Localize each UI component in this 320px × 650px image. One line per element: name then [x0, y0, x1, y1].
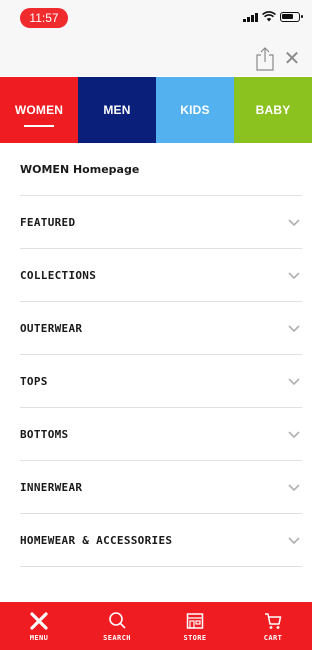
- search-icon: [109, 611, 126, 629]
- tab-kids[interactable]: KIDS: [156, 77, 234, 143]
- store-icon: [186, 612, 204, 629]
- chevron-down-icon: [288, 219, 300, 227]
- chevron-down-icon: [288, 537, 300, 545]
- menu-item-innerwear[interactable]: INNERWEAR: [20, 461, 302, 514]
- nav-search-label: SEARCH: [103, 633, 131, 642]
- menu-item-label: HOMEWEAR & ACCESSORIES: [20, 533, 173, 547]
- nav-menu-label: MENU: [29, 633, 49, 642]
- menu-item-women-homepage[interactable]: WOMEN Homepage: [20, 143, 302, 196]
- menu-item-homewear-accessories[interactable]: HOMEWEAR & ACCESSORIES: [20, 514, 302, 567]
- tab-men[interactable]: MEN: [78, 77, 156, 143]
- menu-item-label: INNERWEAR: [20, 480, 83, 494]
- menu-item-label: BOTTOMS: [20, 427, 69, 441]
- menu-item-label: COLLECTIONS: [20, 268, 97, 282]
- close-icon: [30, 611, 48, 630]
- share-icon: [256, 47, 274, 71]
- category-menu: WOMEN Homepage FEATURED COLLECTIONS OUTERWE…: [20, 143, 302, 567]
- wifi-icon: [262, 11, 276, 22]
- menu-item-bottoms[interactable]: BOTTOMS: [20, 408, 302, 461]
- category-tabs: WOMEN MEN KIDS BABY: [0, 77, 312, 143]
- status-icons: [243, 11, 303, 22]
- cart-icon: [265, 612, 282, 629]
- tab-label: BABY: [255, 103, 291, 117]
- menu-item-label: FEATURED: [20, 215, 76, 229]
- share-button[interactable]: [254, 46, 276, 72]
- chevron-down-icon: [288, 484, 300, 492]
- chevron-down-icon: [288, 325, 300, 333]
- menu-item-label: WOMEN Homepage: [20, 162, 140, 176]
- menu-item-tops[interactable]: TOPS: [20, 355, 302, 408]
- chevron-down-icon: [288, 272, 300, 280]
- menu-item-collections[interactable]: COLLECTIONS: [20, 249, 302, 302]
- bottom-nav: MENU SEARCH STORE CART: [0, 602, 312, 650]
- status-time: 11:57: [20, 8, 68, 28]
- menu-item-outerwear[interactable]: OUTERWEAR: [20, 302, 302, 355]
- nav-cart-label: CART: [263, 633, 283, 642]
- top-bar: ✕: [0, 36, 312, 76]
- close-button[interactable]: ✕: [282, 46, 302, 70]
- tab-women[interactable]: WOMEN: [0, 77, 78, 143]
- chevron-down-icon: [288, 378, 300, 386]
- battery-icon: [280, 11, 303, 22]
- status-bar: 11:57: [0, 0, 312, 36]
- nav-search[interactable]: SEARCH: [78, 602, 156, 650]
- tab-label: WOMEN: [14, 103, 64, 117]
- nav-cart[interactable]: CART: [234, 602, 312, 650]
- nav-menu[interactable]: MENU: [0, 602, 78, 650]
- menu-item-label: OUTERWEAR: [20, 321, 83, 335]
- nav-store-label: STORE: [183, 633, 207, 642]
- chevron-down-icon: [288, 431, 300, 439]
- menu-item-label: TOPS: [20, 374, 48, 388]
- menu-item-featured[interactable]: FEATURED: [20, 196, 302, 249]
- nav-store[interactable]: STORE: [156, 602, 234, 650]
- tab-label: MEN: [103, 103, 131, 117]
- tab-baby[interactable]: BABY: [234, 77, 312, 143]
- close-icon: ✕: [283, 46, 301, 70]
- signal-icon: [243, 12, 258, 22]
- tab-label: KIDS: [180, 103, 210, 117]
